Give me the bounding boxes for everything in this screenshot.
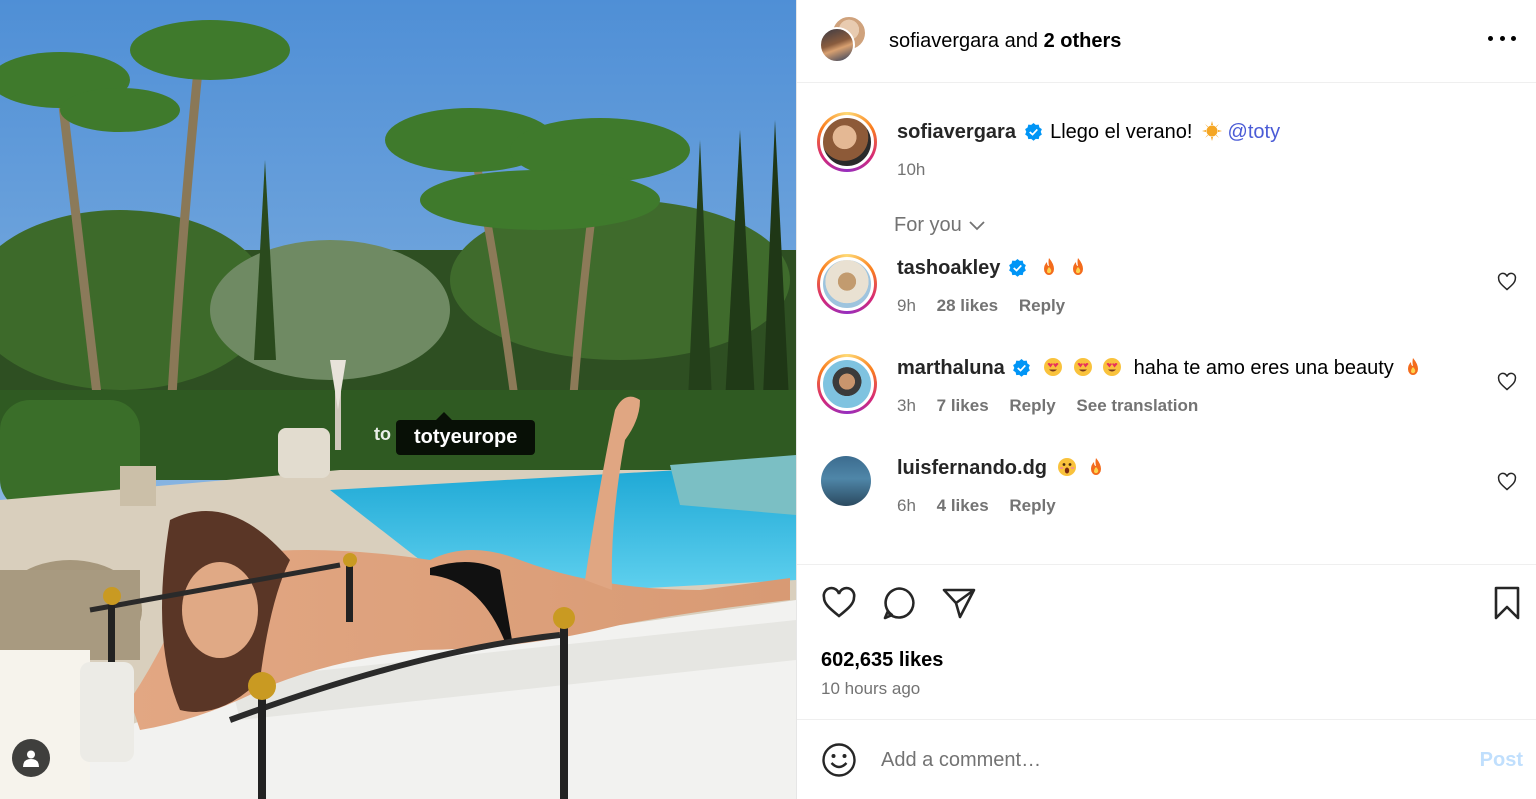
comment-time[interactable]: 9h — [897, 296, 916, 315]
dot-icon — [1511, 35, 1516, 41]
verified-badge-icon — [1009, 258, 1026, 277]
fire-emoji-icon — [1073, 258, 1084, 275]
action-icons-row — [821, 585, 977, 621]
comment-avatar[interactable] — [817, 254, 877, 314]
heart-eyes-emoji-icon — [1073, 358, 1092, 376]
fire-emoji-icon — [1043, 258, 1054, 275]
like-heart-icon[interactable] — [821, 585, 857, 621]
caption-time[interactable]: 10h — [897, 160, 925, 179]
pool-scene-image — [0, 0, 796, 799]
comment-body: luisfernando.dg 6h 4 likes Reply — [897, 454, 1517, 520]
save-bookmark-icon[interactable] — [1489, 585, 1525, 621]
comment-meta: 9h 28 likes Reply — [897, 292, 1517, 320]
emoji-picker-icon[interactable] — [821, 742, 857, 778]
share-send-icon[interactable] — [941, 585, 977, 621]
comment-time[interactable]: 3h — [897, 396, 916, 415]
header-joiner: and — [1004, 29, 1038, 52]
comment-sort-dropdown[interactable]: For you — [894, 214, 986, 237]
verified-badge-icon — [1013, 358, 1031, 377]
chevron-down-icon — [969, 220, 985, 230]
caption-username[interactable]: sofiavergara — [897, 121, 1016, 143]
comment-likes[interactable]: 28 likes — [937, 296, 998, 315]
fire-emoji-icon — [1408, 358, 1419, 375]
comment-meta: 3h 7 likes Reply See translation — [897, 392, 1517, 420]
comment-time[interactable]: 6h — [897, 496, 916, 515]
fire-emoji-icon — [1091, 458, 1102, 475]
header-author-link[interactable]: sofiavergara — [889, 30, 999, 52]
post-side-panel: sofiavergara and 2 others sofiavergara L… — [796, 0, 1536, 799]
see-translation-button[interactable]: See translation — [1076, 396, 1198, 415]
shocked-emoji-icon — [1057, 458, 1076, 476]
product-tag-totyeurope[interactable]: totyeurope — [396, 412, 536, 455]
more-options-button[interactable] — [1488, 26, 1516, 50]
caption-avatar[interactable] — [817, 112, 877, 172]
comment-avatar[interactable] — [817, 354, 877, 414]
comment-sort-label: For you — [894, 214, 962, 236]
header-others-link[interactable]: 2 others — [1044, 30, 1122, 52]
post-comment-button[interactable]: Post — [1480, 749, 1523, 772]
comment-composer: Post — [797, 721, 1536, 799]
caption-meta: 10h — [897, 156, 1517, 184]
reply-button[interactable]: Reply — [1019, 296, 1065, 315]
post-timestamp[interactable]: 10 hours ago — [821, 679, 920, 699]
comment-likes[interactable]: 4 likes — [937, 496, 989, 515]
dot-icon — [1488, 35, 1493, 41]
collab-avatar-sofiavergara[interactable] — [819, 27, 855, 63]
post-actions: 602,635 likes 10 hours ago — [797, 564, 1536, 720]
comment-body: tashoakley 9h 28 likes Reply — [897, 254, 1517, 320]
dot-icon — [1499, 35, 1505, 41]
reply-button[interactable]: Reply — [1009, 496, 1055, 515]
verified-badge-icon — [1024, 122, 1042, 141]
comment-avatar[interactable] — [821, 456, 871, 506]
post-likes-count[interactable]: 602,635 likes — [821, 649, 943, 672]
comment-meta: 6h 4 likes Reply — [897, 492, 1517, 520]
collab-header-text: sofiavergara and 2 others — [889, 30, 1121, 53]
reply-button[interactable]: Reply — [1009, 396, 1055, 415]
like-comment-heart-icon[interactable] — [1497, 372, 1517, 392]
tagged-users-button[interactable] — [12, 739, 50, 777]
comment-body: marthaluna haha te amo eres una beauty 3… — [897, 354, 1517, 420]
comment-bubble-icon[interactable] — [881, 585, 917, 621]
comment-username[interactable]: luisfernando.dg — [897, 457, 1047, 479]
comment-item: marthaluna haha te amo eres una beauty 3… — [817, 354, 1517, 424]
post-photo[interactable]: to totyeurope — [0, 0, 796, 799]
caption-body: sofiavergara Llego el verano! @toty 10h — [897, 118, 1517, 184]
comments-scroll-area[interactable]: sofiavergara Llego el verano! @toty 10h — [797, 84, 1536, 564]
comment-input[interactable] — [881, 740, 1441, 780]
user-icon — [23, 750, 39, 767]
post-header: sofiavergara and 2 others — [797, 0, 1536, 83]
comment-item: luisfernando.dg 6h 4 likes Reply — [817, 454, 1517, 524]
comment-text: haha te amo eres una beauty — [1133, 357, 1394, 379]
like-comment-heart-icon[interactable] — [1497, 272, 1517, 292]
comment-username[interactable]: tashoakley — [897, 257, 1000, 279]
collab-avatars[interactable] — [817, 15, 877, 67]
instagram-post-viewer: to totyeurope sofiavergara and 2 others — [0, 0, 1536, 799]
caption-mention-link[interactable]: @toty — [1228, 121, 1281, 143]
comment-username[interactable]: marthaluna — [897, 357, 1005, 379]
caption-text: Llego el verano! — [1050, 121, 1193, 143]
sun-emoji-icon — [1201, 121, 1222, 141]
product-tag-ghost: to — [374, 424, 391, 444]
like-comment-heart-icon[interactable] — [1497, 472, 1517, 492]
comment-item: tashoakley 9h 28 likes Reply — [817, 254, 1517, 324]
heart-eyes-emoji-icon — [1103, 358, 1122, 376]
heart-eyes-emoji-icon — [1043, 358, 1062, 376]
comment-likes[interactable]: 7 likes — [937, 396, 989, 415]
